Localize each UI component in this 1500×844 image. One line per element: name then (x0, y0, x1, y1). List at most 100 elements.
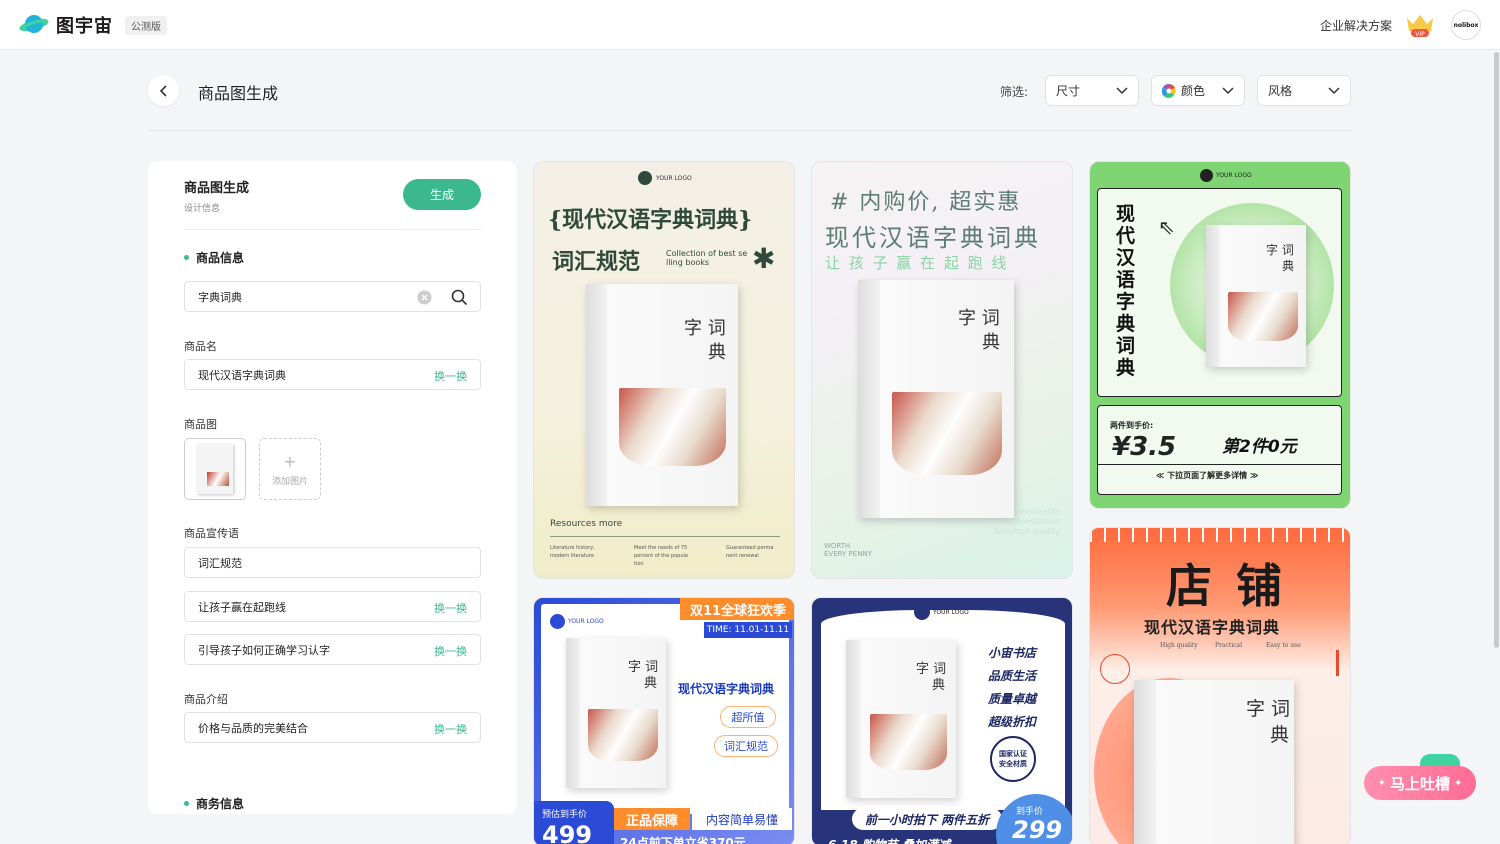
cursor-icon: ⇖ (1158, 215, 1175, 239)
style-filter-select[interactable]: 风格 (1257, 75, 1351, 106)
page-title: 商品图生成 (198, 84, 279, 103)
intro-label: 商品介绍 (184, 693, 228, 706)
logo-badge: YOUR LOGO (550, 614, 604, 629)
app-logo[interactable]: 图宇宙 公测版 (18, 12, 167, 38)
certification-seal: 国家认证 安全材质 (990, 736, 1036, 782)
slogan-field-3[interactable]: 引导孩子如何正确学习认字 换一换 (184, 634, 481, 665)
book-title-2: 典 (1270, 724, 1290, 746)
generate-button[interactable]: 生成 (403, 179, 481, 210)
ribbon-banner: 双11全球狂欢季 (680, 598, 794, 620)
easy-tag: 内容简单易懂 (692, 808, 792, 830)
color-filter-select[interactable]: 颜色 (1151, 75, 1245, 106)
en-text-1: Personality (1015, 507, 1060, 516)
swap-intro-button[interactable]: 换一换 (434, 721, 467, 737)
poster-subtitle: 词汇规范 (552, 249, 641, 275)
page-scrollbar[interactable] (1494, 52, 1499, 648)
poster-card-5[interactable]: YOUR LOGO 字 词 典 小宙书店 品质生活 质量卓越 超级折扣 国家认证… (811, 597, 1073, 844)
section-product-info-label: 商品信息 (196, 251, 245, 265)
slogan-value-3: 引导孩子如何正确学习认字 (198, 643, 330, 657)
binding-rings (1090, 528, 1350, 542)
book-title: 字 词 (1266, 243, 1294, 257)
logo-circle-icon (550, 614, 565, 629)
card-divider (550, 536, 780, 537)
clear-icon[interactable] (417, 290, 432, 305)
chevron-left-icon (159, 84, 167, 97)
vip-label: VIP (1415, 31, 1425, 38)
price-label: 两件到手价: (1110, 421, 1154, 430)
section-dot (184, 801, 189, 806)
enterprise-solutions-link[interactable]: 企业解决方案 (1320, 17, 1392, 34)
poster-card-3[interactable]: YOUR LOGO 现代汉语字典词典 ⇖ 字 词 典 两件到手价: ¥3.5 第… (1089, 161, 1351, 509)
filter-label: 筛选: (1000, 85, 1029, 99)
swap-slogan-3-button[interactable]: 换一换 (434, 643, 467, 659)
tag-value: 超所值 (720, 706, 776, 728)
chevron-down-icon (1116, 86, 1128, 94)
design-info-panel: 商品图生成 设计信息 生成 商品信息 字典词典 商品名 现代汉语字典词典 换一换… (148, 161, 517, 814)
product-name-label: 商品名 (184, 340, 217, 353)
resources-text: Resources more (550, 519, 623, 529)
header-divider (148, 130, 1352, 131)
poster-card-1[interactable]: YOUR LOGO {现代汉语字典词典} 词汇规范 Collection of … (533, 161, 795, 579)
panel-divider (184, 229, 481, 230)
tag-high-quality: High quality (1160, 642, 1198, 649)
swap-slogan-2-button[interactable]: 换一换 (434, 600, 467, 616)
feedback-button[interactable]: ✦ 马上吐槽 ✦ (1364, 766, 1476, 800)
intro-value: 价格与品质的完美结合 (198, 721, 308, 735)
vip-crown-icon[interactable]: VIP (1404, 12, 1436, 38)
avatar[interactable]: nolibox (1451, 10, 1481, 40)
poster-line-1: # 内购价, 超实惠 (830, 190, 1022, 215)
poster-card-4[interactable]: YOUR LOGO 双11全球狂欢季 TIME: 11.01-11.11 字 词… (533, 597, 795, 844)
slogan-label: 商品宣传语 (184, 527, 239, 540)
poster-line-3: 质量卓越 (988, 692, 1037, 706)
collection-text-2: lling books (666, 258, 710, 267)
book-cover-image: 字 词 典 (1134, 680, 1294, 844)
product-image-label: 商品图 (184, 418, 217, 431)
search-icon[interactable] (451, 289, 468, 306)
logo-badge: YOUR LOGO (1200, 169, 1252, 182)
top-bar: 图宇宙 公测版 企业解决方案 VIP nolibox (0, 0, 1500, 50)
search-input[interactable]: 字典词典 (184, 281, 481, 312)
sparkle-icon: ✦ (1377, 777, 1386, 789)
worth-text: WORTH (824, 542, 851, 550)
book-title-2: 典 (708, 342, 726, 363)
section-dot (184, 255, 189, 260)
promo-text: 第2件0元 (1222, 437, 1297, 457)
smiley-icon (1100, 654, 1130, 684)
slogan-value-2: 让孩子赢在起跑线 (198, 600, 286, 614)
logo-text: YOUR LOGO (656, 174, 692, 182)
book-title: 字 词 (958, 308, 1000, 329)
slogan-field-1[interactable]: 词汇规范 (184, 547, 481, 578)
time-badge: TIME: 11.01-11.11 (704, 622, 792, 638)
chevron-down-icon (1222, 86, 1234, 94)
slogan-value-1: 词汇规范 (198, 556, 242, 570)
book-cover-image: 字 词 典 (1206, 225, 1306, 367)
footer-text-3: Guaranteed perma nent renewal (726, 545, 774, 559)
color-wheel-icon (1162, 83, 1176, 98)
guarantee-tag: 正品保障 (614, 808, 690, 830)
book-cover-image: 字 词 典 (846, 640, 956, 798)
add-image-button[interactable]: + 添加图片 (259, 438, 321, 500)
back-button[interactable] (148, 75, 179, 106)
swap-product-name-button[interactable]: 换一换 (434, 368, 467, 384)
section-business-info-label: 商务信息 (196, 797, 245, 811)
section-business-info: 商务信息 (184, 795, 244, 812)
tag-practical: Practical (1215, 642, 1243, 649)
search-input-value: 字典词典 (198, 290, 242, 304)
bottom-promo: 6.18 购物节 叠加满减 (828, 836, 950, 844)
product-name-field[interactable]: 现代汉语字典词典 换一换 (184, 359, 481, 390)
product-image-thumbnail[interactable] (184, 438, 246, 500)
collection-text: Collection of best se (666, 249, 748, 258)
price-value: ¥3.5 (1112, 432, 1177, 462)
price-box: 预估到手价 499 (534, 801, 614, 844)
size-filter-select[interactable]: 尺寸 (1045, 75, 1139, 106)
poster-card-2[interactable]: # 内购价, 超实惠 现代汉语字典词典 让 孩 子 赢 在 起 跑 线 字 词 … (811, 161, 1073, 579)
book-thumbnail-image (197, 444, 233, 494)
book-title-2: 典 (1282, 259, 1295, 273)
tag-easy: Easy to use (1266, 642, 1301, 649)
poster-card-6[interactable]: 店 铺 现代汉语字典词典 High quality Practical Easy… (1089, 527, 1351, 844)
intro-field[interactable]: 价格与品质的完美结合 换一换 (184, 712, 481, 743)
slogan-field-2[interactable]: 让孩子赢在起跑线 换一换 (184, 591, 481, 622)
penny-text: EVERY PENNY (824, 550, 872, 558)
logo-text: YOUR LOGO (933, 608, 969, 616)
book-title-2: 典 (982, 332, 1000, 353)
